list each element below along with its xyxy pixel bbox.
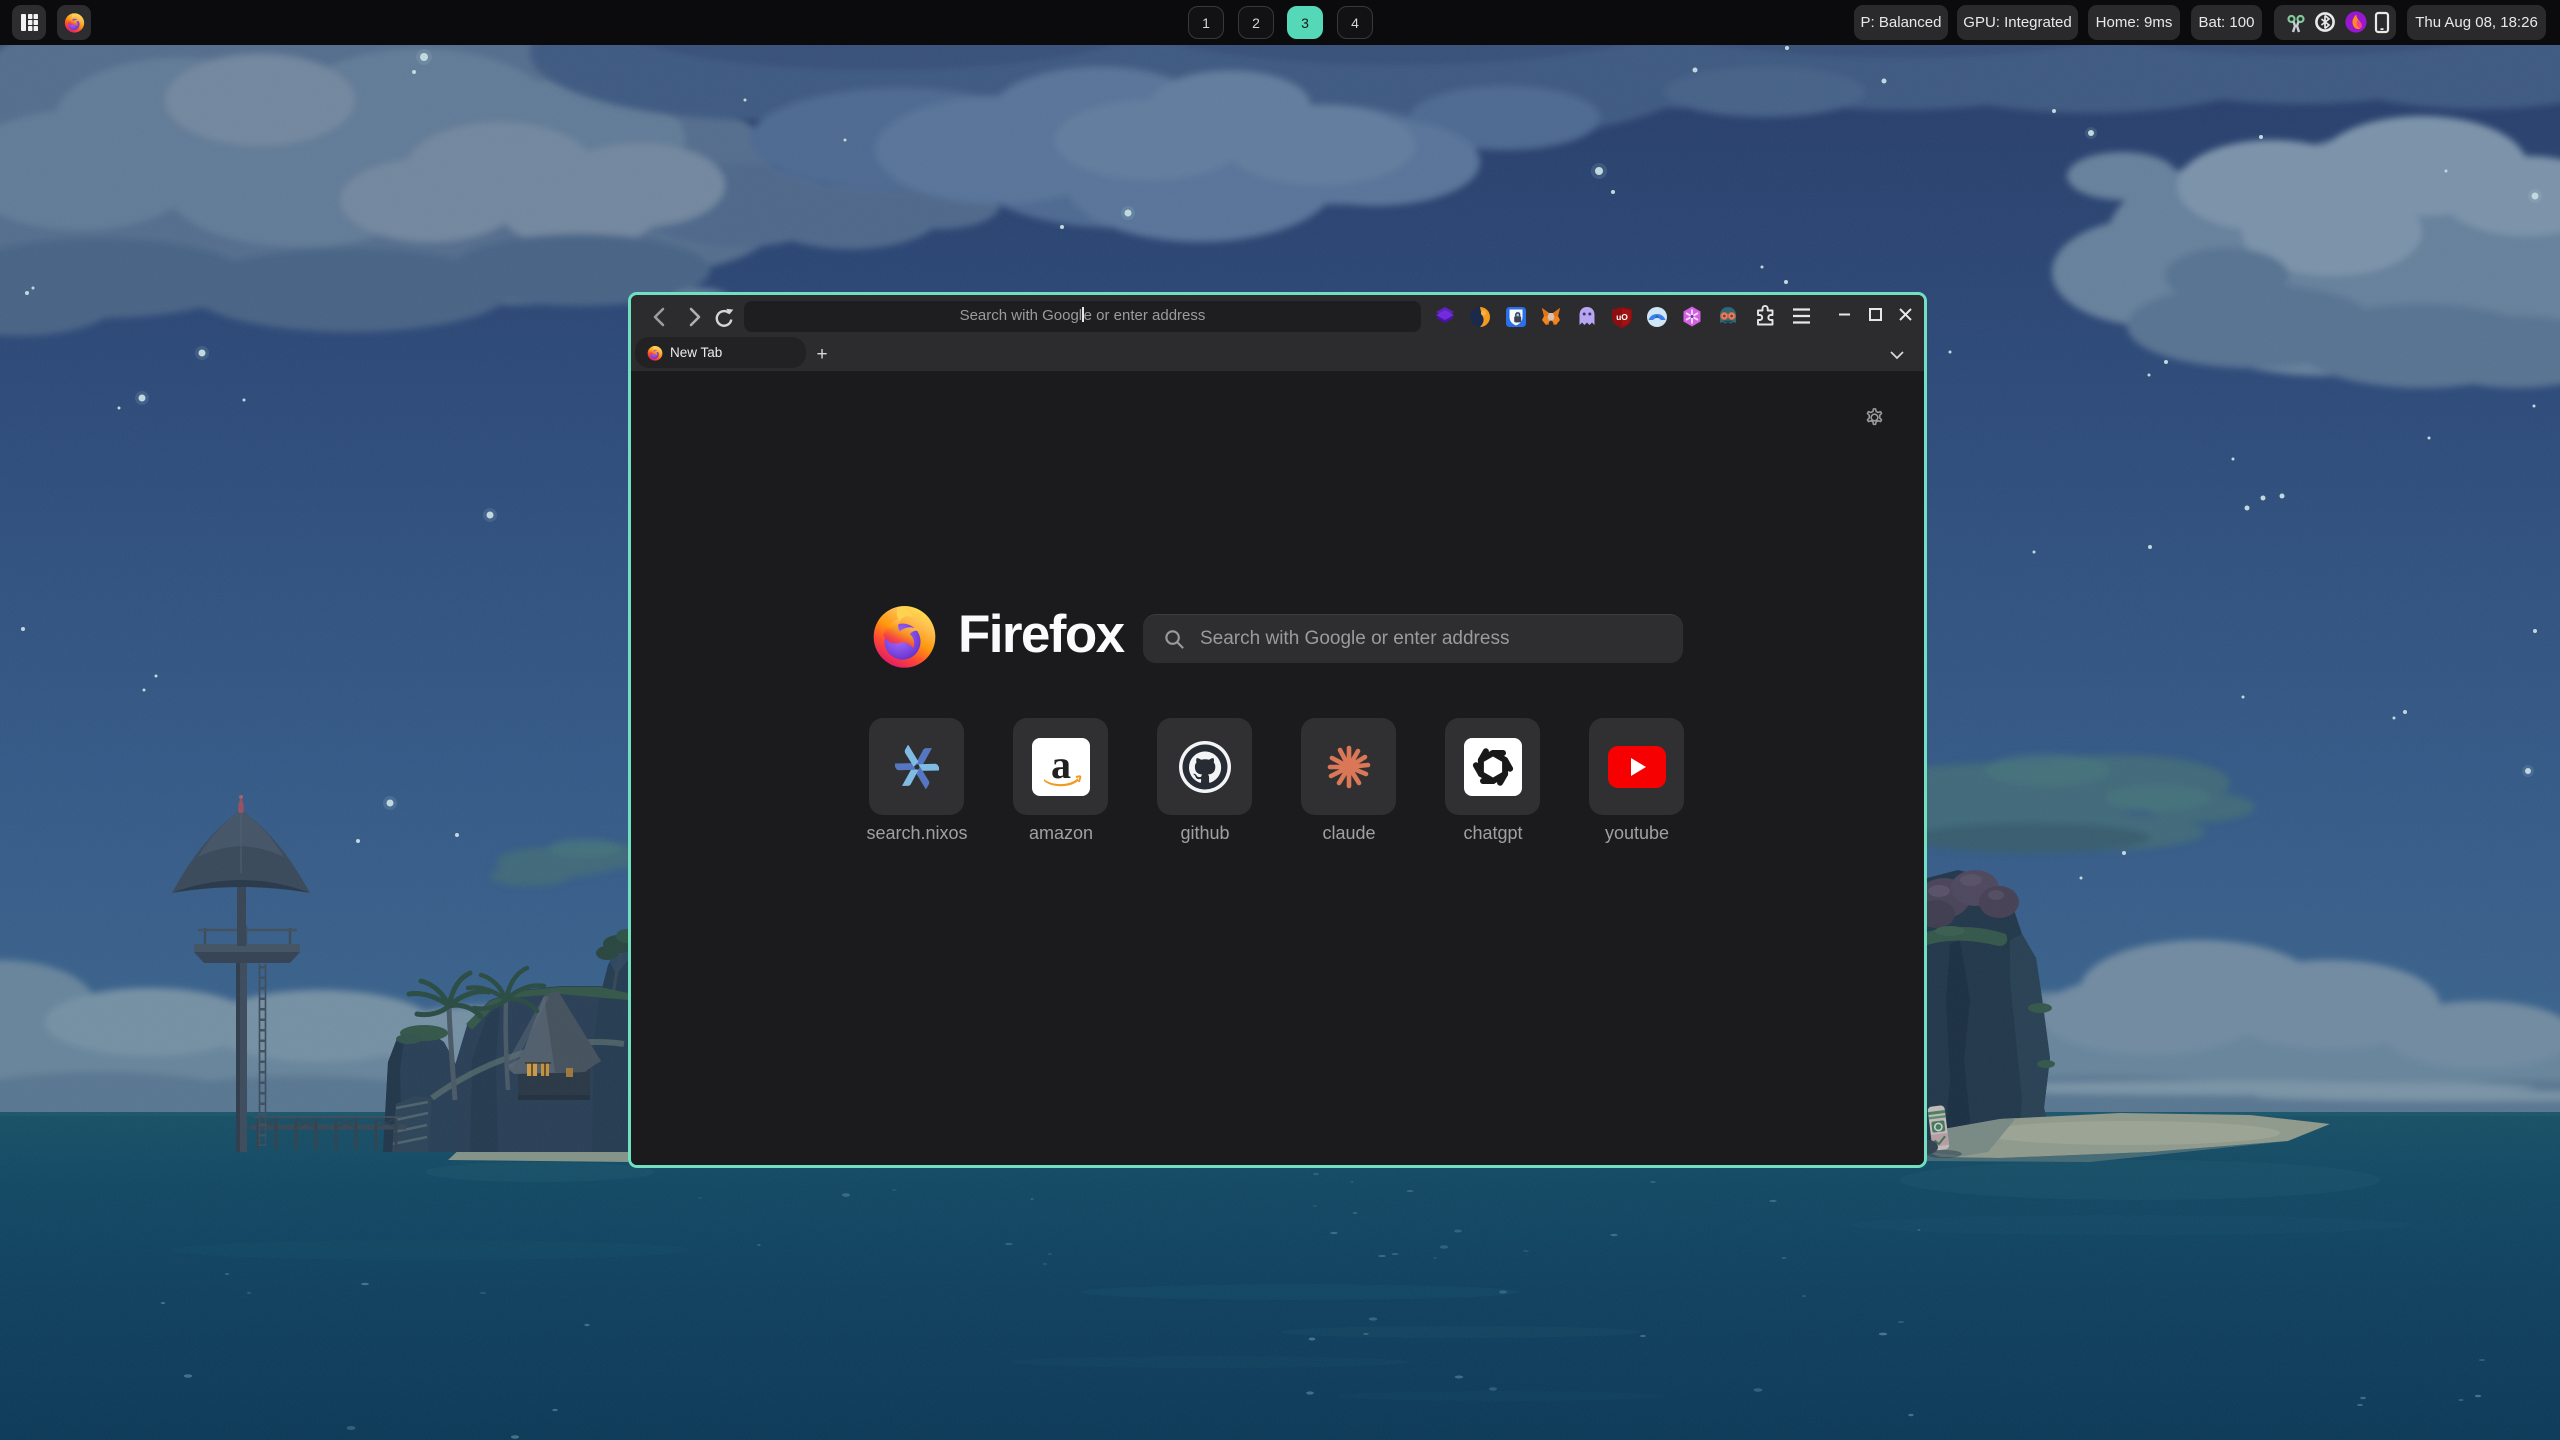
svg-text:uO: uO [1616,312,1628,322]
svg-text:a: a [1051,742,1071,787]
